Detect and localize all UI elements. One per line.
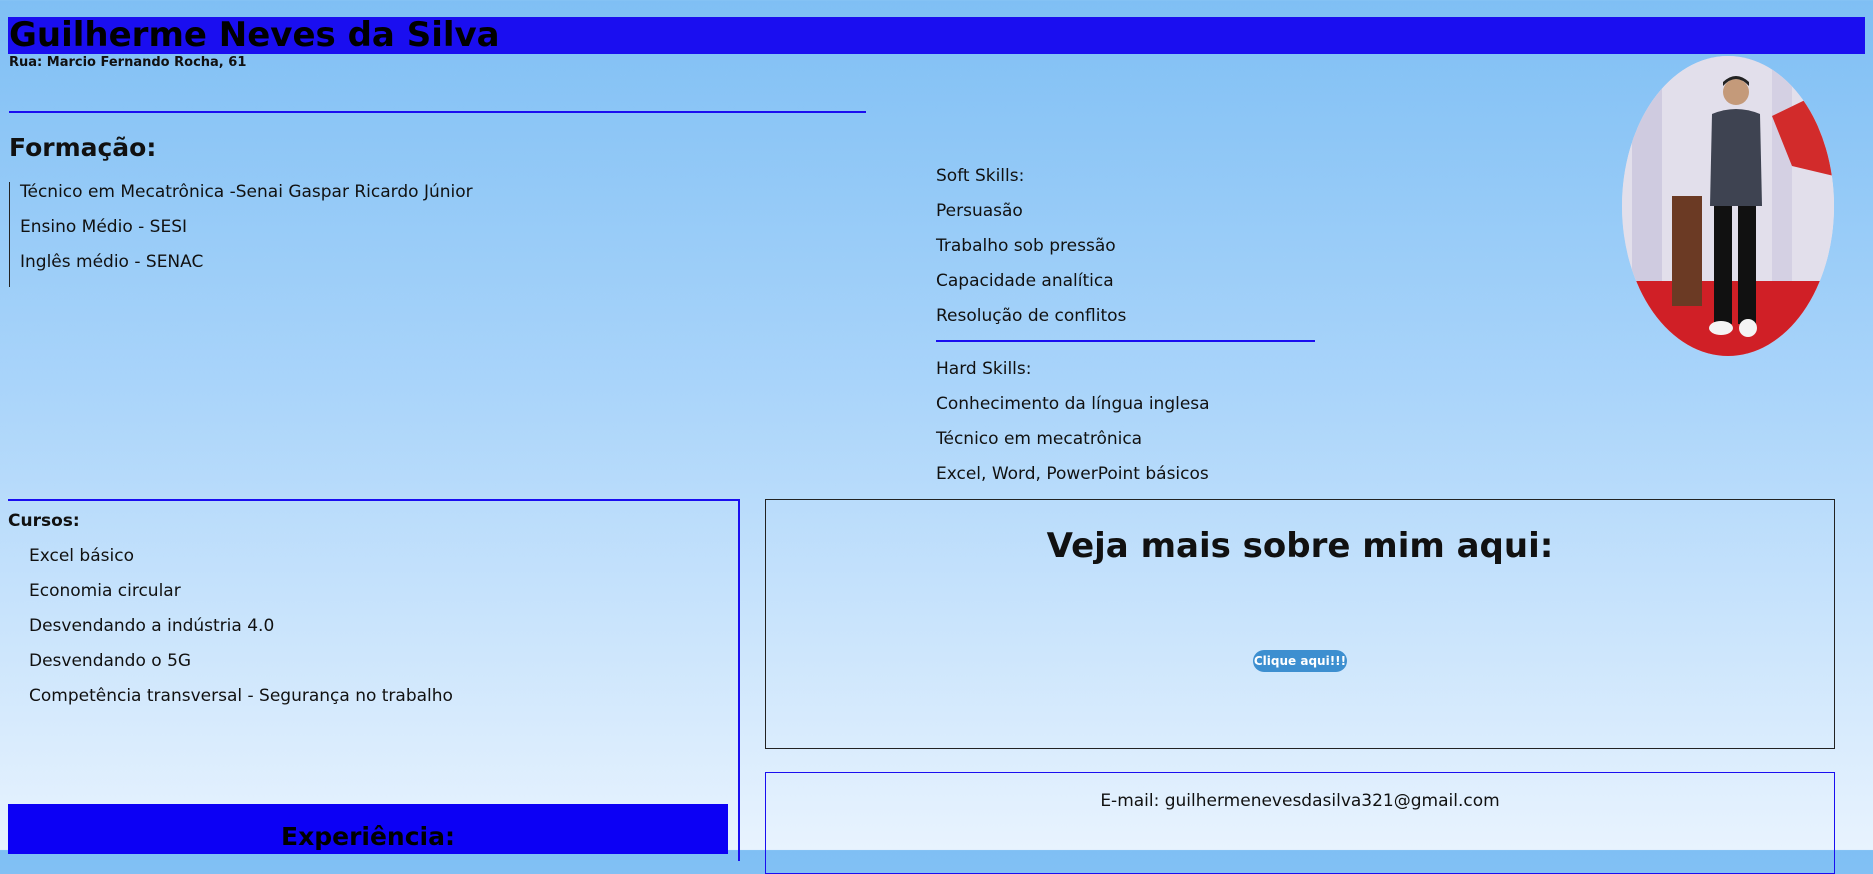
soft-skills: Soft Skills: Persuasão Trabalho sob pres… (936, 165, 1126, 340)
list-item: Inglês médio - SENAC (20, 252, 204, 272)
list-item: Competência transversal - Segurança no t… (29, 686, 453, 706)
profile-photo (1622, 56, 1834, 356)
list-item: Desvendando o 5G (29, 651, 192, 671)
list-item: Ensino Médio - SESI (20, 217, 187, 237)
person-photo-icon (1622, 56, 1834, 356)
list-item: Excel, Word, PowerPoint básicos (936, 464, 1209, 484)
list-item: Resolução de conflitos (936, 306, 1127, 326)
experience-banner: Experiência: (8, 804, 728, 854)
list-item: Conhecimento da língua inglesa (936, 394, 1210, 414)
experience-heading: Experiência: (281, 822, 455, 851)
list-item: Desvendando a indústria 4.0 (29, 616, 275, 636)
page-title: Guilherme Neves da Silva (9, 15, 500, 55)
hard-skills-heading: Hard Skills: (936, 359, 1032, 379)
contact-section: E-mail: guilhermenevesdasilva321@gmail.c… (765, 772, 1835, 874)
cursos-heading: Cursos: (8, 511, 80, 531)
list-item: Técnico em mecatrônica (936, 429, 1143, 449)
divider (9, 111, 866, 113)
divider (936, 340, 1315, 342)
formacao-heading: Formação: (9, 133, 157, 162)
formacao-list: Técnico em Mecatrônica -Senai Gaspar Ric… (9, 182, 473, 287)
email-text: E-mail: guilhermenevesdasilva321@gmail.c… (1100, 791, 1500, 811)
list-item: Persuasão (936, 201, 1023, 221)
list-item: Trabalho sob pressão (936, 236, 1116, 256)
click-here-button[interactable]: Clique aqui!!! (1253, 650, 1347, 672)
cursos-list: Excel básico Economia circular Desvendan… (29, 545, 453, 720)
address: Rua: Marcio Fernando Rocha, 61 (9, 55, 247, 70)
list-item: Excel básico (29, 546, 134, 566)
soft-skills-heading: Soft Skills: (936, 166, 1025, 186)
link-heading: Veja mais sobre mim aqui: (1046, 526, 1554, 566)
list-item: Capacidade analítica (936, 271, 1114, 291)
link-section: Veja mais sobre mim aqui: Clique aqui!!! (765, 499, 1835, 749)
list-item: Técnico em Mecatrônica -Senai Gaspar Ric… (20, 182, 473, 202)
hard-skills: Hard Skills: Conhecimento da língua ingl… (936, 358, 1210, 498)
list-item: Economia circular (29, 581, 181, 601)
